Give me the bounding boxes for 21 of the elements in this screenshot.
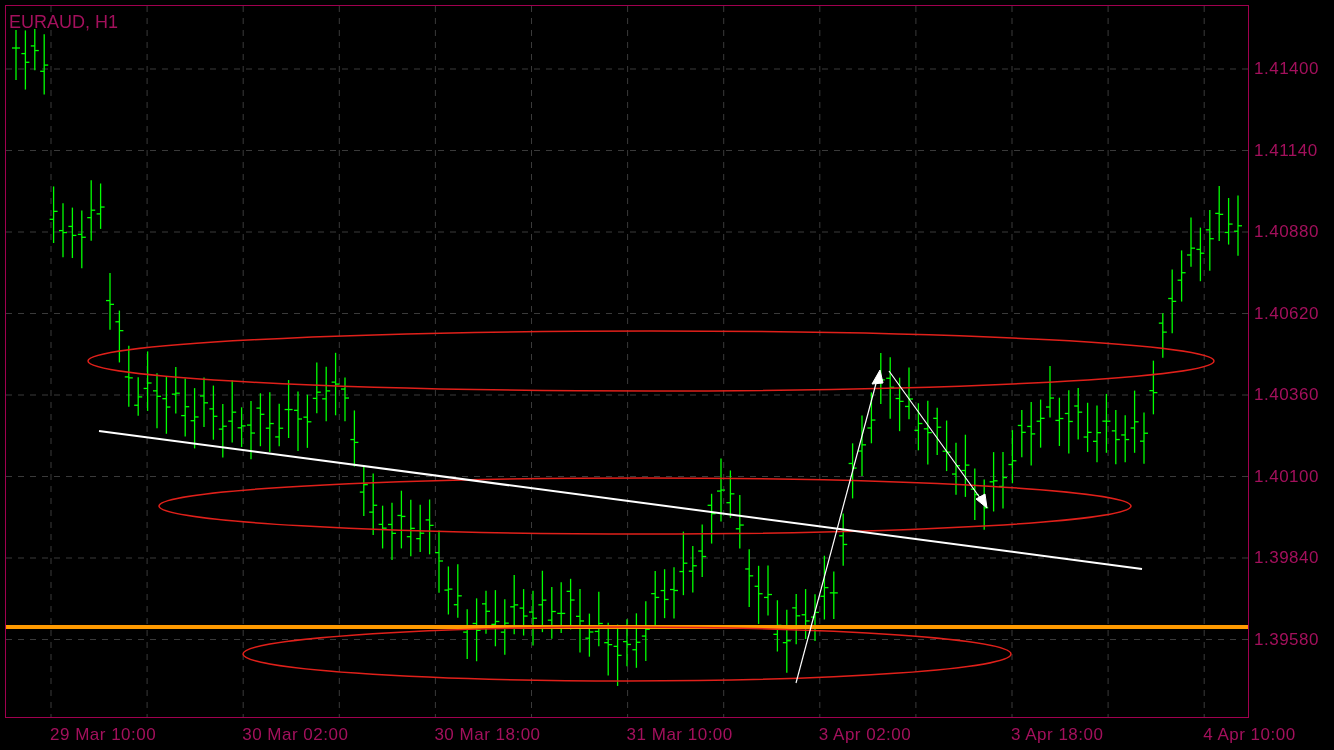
price-axis-label: 1.40620 bbox=[1254, 303, 1319, 324]
time-axis-label: 3 Apr 18:00 bbox=[1011, 724, 1104, 746]
ellipse-drawing[interactable] bbox=[158, 477, 1132, 535]
price-axis-label: 1.40360 bbox=[1254, 385, 1319, 405]
price-axis-label: 1.41400 bbox=[1254, 59, 1319, 79]
time-axis-label: 30 Mar 18:00 bbox=[434, 724, 541, 746]
price-axis-label: 1.39580 bbox=[1254, 629, 1319, 650]
time-axis-label: 30 Mar 02:00 bbox=[242, 724, 349, 746]
price-axis-label: 1.40880 bbox=[1254, 222, 1319, 242]
price-axis-label: 1.41140 bbox=[1254, 140, 1318, 161]
arrow[interactable] bbox=[888, 370, 988, 509]
price-axis-label: 1.40100 bbox=[1254, 466, 1319, 487]
time-axis-label: 3 Apr 02:00 bbox=[818, 724, 912, 746]
arrow[interactable] bbox=[795, 369, 884, 684]
time-axis-label: 4 Apr 10:00 bbox=[1203, 724, 1296, 746]
trend-line[interactable] bbox=[98, 430, 1143, 570]
chart-title: EURAUD, H1 bbox=[9, 11, 119, 34]
ellipse-drawing[interactable] bbox=[242, 626, 1012, 682]
price-axis-label: 1.39840 bbox=[1254, 548, 1319, 568]
time-axis-label: 31 Mar 10:00 bbox=[626, 724, 733, 746]
time-axis-label: 29 Mar 10:00 bbox=[50, 724, 157, 746]
